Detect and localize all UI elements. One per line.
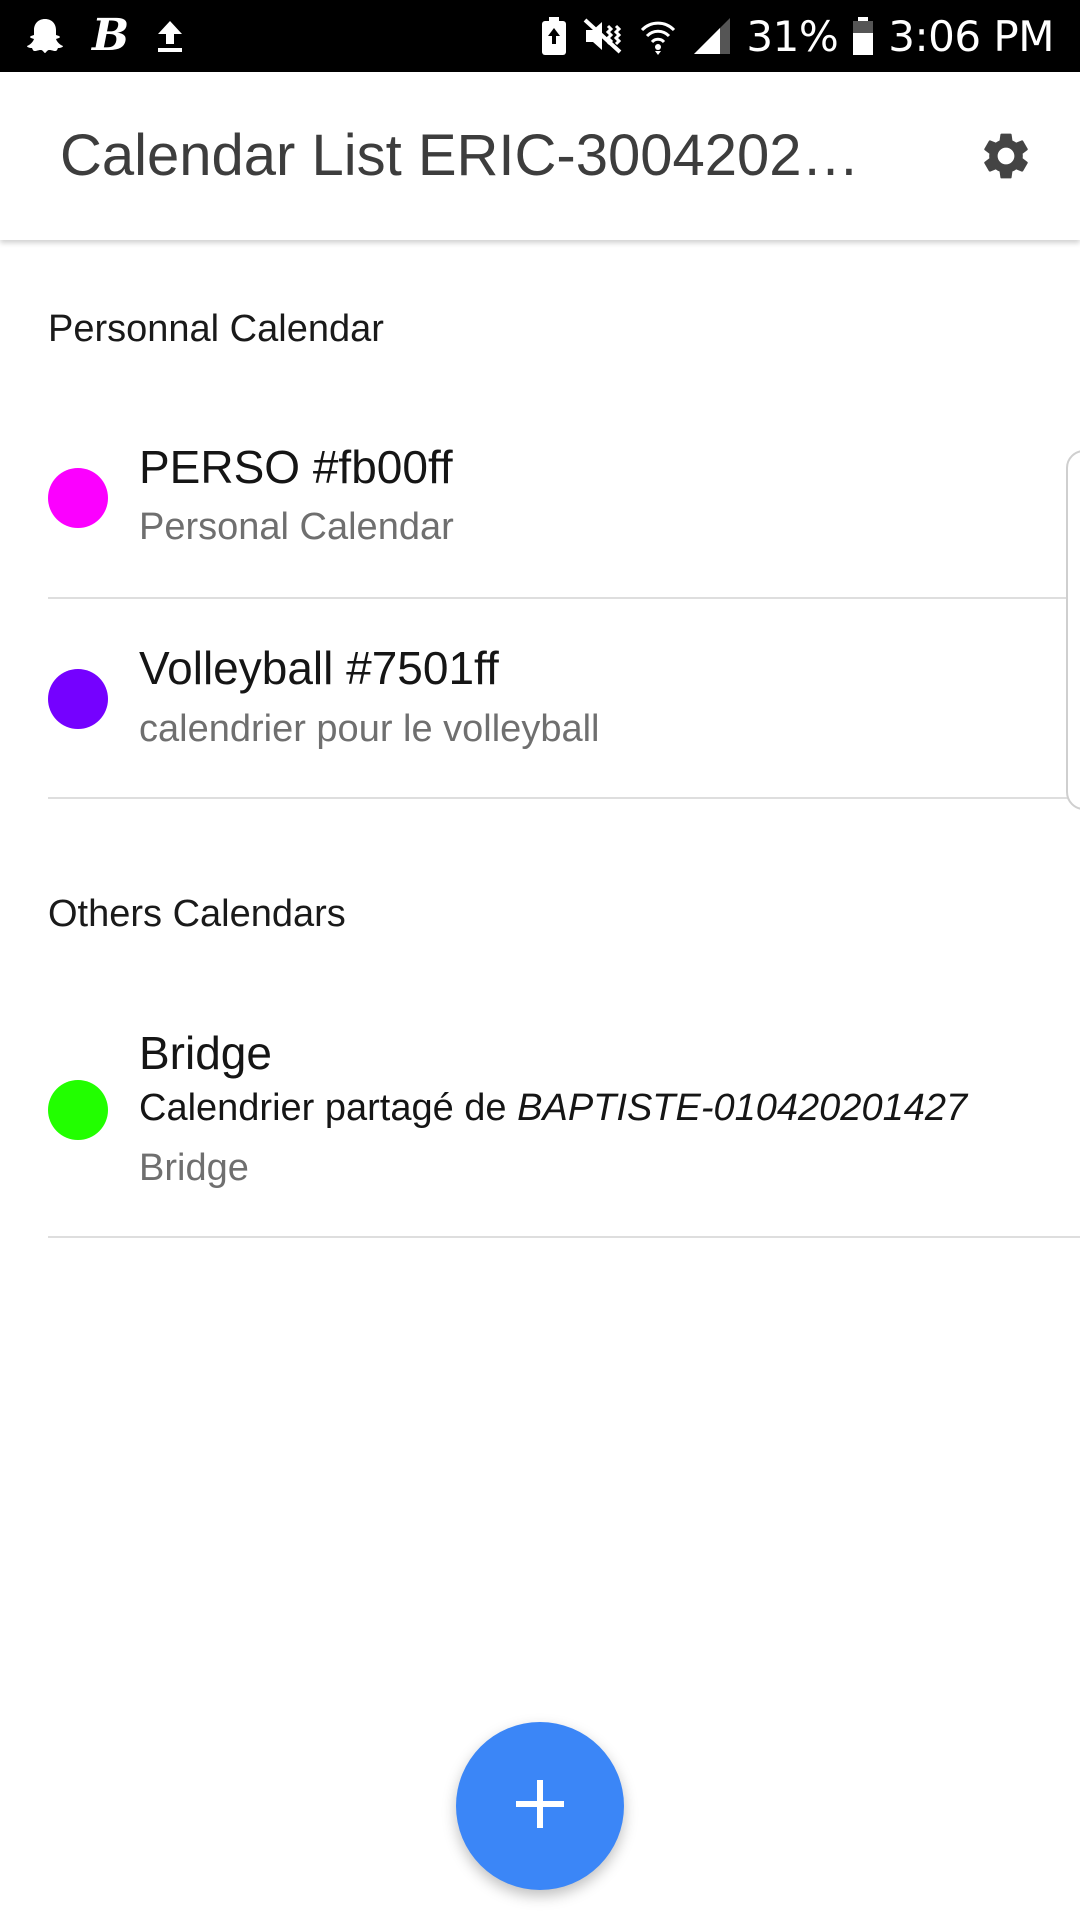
calendar-subtitle: Bridge — [139, 1147, 249, 1189]
status-right-icons: 31% 3:06 PM — [540, 0, 1054, 72]
calendar-title: PERSO #fb00ff — [139, 441, 453, 493]
section-header-personal: Personnal Calendar — [48, 308, 384, 350]
calendar-item-perso[interactable]: PERSO #fb00ff Personal Calendar — [0, 420, 1080, 600]
divider — [48, 797, 1080, 799]
battery-percent: 31% — [746, 11, 839, 61]
snapchat-icon — [24, 15, 66, 57]
status-left-icons: B — [24, 0, 185, 72]
calendar-subtitle: Personal Calendar — [139, 506, 454, 548]
page-title: Calendar List ERIC-3004202… — [60, 123, 860, 188]
battery-icon — [852, 16, 874, 56]
status-bar: B 31% 3:06 PM — [0, 0, 1080, 72]
upload-icon — [155, 18, 185, 54]
mute-vibrate-icon — [582, 16, 624, 56]
calendar-color-dot — [48, 669, 108, 729]
divider — [48, 597, 1080, 599]
app-bar: Calendar List ERIC-3004202… — [0, 72, 1080, 240]
screen: B 31% 3:06 PM Calendar List ERIC-3004202… — [0, 0, 1080, 1920]
calendar-shared-by: Calendrier partagé de BAPTISTE-010420201… — [139, 1087, 1033, 1130]
clock: 3:06 PM — [888, 11, 1054, 61]
calendar-title: Volleyball #7501ff — [139, 642, 499, 694]
wifi-icon — [638, 16, 678, 56]
b-app-icon: B — [92, 10, 130, 61]
settings-button[interactable] — [978, 128, 1034, 184]
section-header-others: Others Calendars — [48, 893, 346, 935]
shared-owner: BAPTISTE-010420201427 — [517, 1087, 968, 1129]
divider — [48, 1236, 1080, 1238]
battery-saver-icon — [540, 16, 568, 56]
plus-icon — [514, 1778, 566, 1835]
shared-prefix: Calendrier partagé de — [139, 1087, 518, 1129]
add-calendar-button[interactable] — [456, 1722, 624, 1890]
edge-panel-handle[interactable] — [1066, 450, 1080, 810]
gear-icon — [978, 133, 1034, 188]
signal-icon — [692, 16, 732, 56]
calendar-color-dot — [48, 468, 108, 528]
calendar-subtitle: calendrier pour le volleyball — [139, 708, 600, 750]
calendar-item-bridge[interactable]: Bridge Calendrier partagé de BAPTISTE-01… — [0, 1010, 1080, 1235]
calendar-color-dot — [48, 1080, 108, 1140]
calendar-title: Bridge — [139, 1027, 272, 1079]
calendar-item-volleyball[interactable]: Volleyball #7501ff calendrier pour le vo… — [0, 620, 1080, 800]
